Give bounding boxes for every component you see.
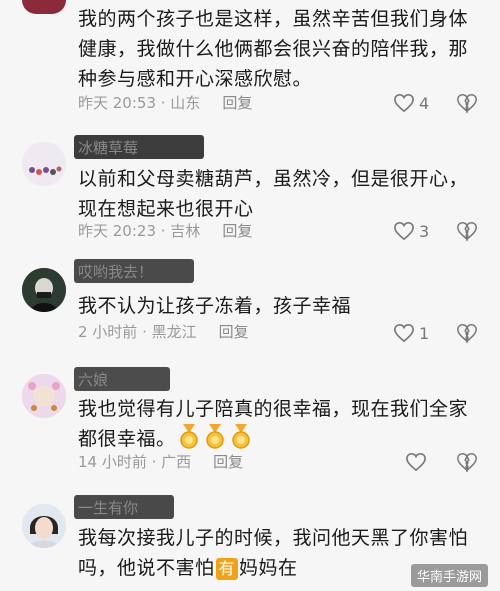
like-count: 3 <box>419 221 430 241</box>
heart-icon <box>406 452 426 472</box>
avatar-image <box>22 504 66 548</box>
broken-heart-icon[interactable] <box>456 322 478 344</box>
username[interactable]: 冰糖草莓 <box>74 135 204 159</box>
badge: 有 <box>215 558 239 580</box>
like-button[interactable]: 1 <box>393 321 429 345</box>
avatar[interactable] <box>22 504 66 548</box>
comment-time: 2 小时前 · 黑龙江 <box>78 323 197 341</box>
like-button[interactable]: 3 <box>393 219 429 243</box>
like-count: 1 <box>419 323 430 343</box>
broken-heart-icon[interactable] <box>456 92 478 114</box>
comment-text: 我也觉得有儿子陪真的很幸福，现在我们全家 都很幸福。 <box>78 398 469 450</box>
avatar[interactable] <box>22 142 66 186</box>
comment-meta: 昨天 20:23 · 吉林 回复 <box>78 220 252 242</box>
comment-meta: 14 小时前 · 广西 回复 <box>78 451 243 473</box>
avatar[interactable] <box>22 374 66 418</box>
comment-meta: 昨天 20:53 · 山东 回复 <box>78 92 252 114</box>
like-button[interactable] <box>405 450 431 474</box>
username[interactable]: 哎哟我去！ <box>74 259 194 283</box>
reply-button[interactable]: 回复 <box>222 222 252 240</box>
comment-time: 昨天 20:53 · 山东 <box>78 94 201 112</box>
comment-time: 昨天 20:23 · 吉林 <box>78 222 201 240</box>
avatar[interactable] <box>22 0 66 14</box>
broken-heart-icon[interactable] <box>456 220 478 242</box>
reply-button[interactable]: 回复 <box>213 453 243 471</box>
like-button[interactable]: 4 <box>393 91 429 115</box>
like-count: 4 <box>419 93 430 113</box>
heart-icon <box>394 221 414 241</box>
avatar[interactable] <box>22 268 66 312</box>
comment-time: 14 小时前 · 广西 <box>78 453 192 471</box>
username[interactable]: 六娘 <box>74 367 170 391</box>
comment-text: 我的两个孩子也是这样，虽然辛苦但我们身体 健康，我做什么他俩都会很兴奋的陪伴我，… <box>78 8 469 90</box>
comment-meta: 2 小时前 · 黑龙江 回复 <box>78 321 249 343</box>
heart-icon <box>394 323 414 343</box>
avatar-image <box>22 268 66 312</box>
broken-heart-icon[interactable] <box>456 451 478 473</box>
reply-button[interactable]: 回复 <box>219 323 249 341</box>
comment-text: 以前和父母卖糖葫芦，虽然冷，但是很开心， 现在想起来也很开心 <box>78 168 469 220</box>
avatar-image <box>22 142 66 186</box>
avatar-image <box>22 374 66 418</box>
heart-icon <box>394 93 414 113</box>
medal-emoji <box>176 424 254 450</box>
comment-text: 我不认为让孩子冻着，孩子幸福 <box>78 295 352 317</box>
watermark: 华南手游网 <box>410 564 488 587</box>
reply-button[interactable]: 回复 <box>222 94 252 112</box>
username[interactable]: 一生有你 <box>74 495 174 519</box>
